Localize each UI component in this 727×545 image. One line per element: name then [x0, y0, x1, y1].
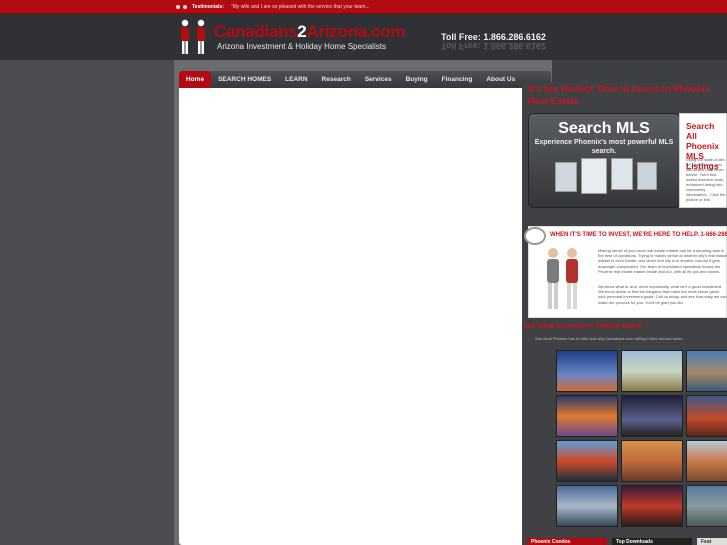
top-downloads-tab[interactable]: Top Downloads — [612, 538, 692, 545]
gallery-photo-canyon[interactable] — [621, 440, 683, 482]
nav-home[interactable]: Home — [179, 71, 212, 88]
left-column — [0, 60, 174, 545]
search-listings-description: Using our state-of-the-art MLS search, y… — [686, 157, 726, 202]
gallery-photo-bridge[interactable] — [556, 440, 618, 482]
gallery-photo-city-skyline[interactable] — [556, 350, 618, 392]
nav-buying[interactable]: Buying — [399, 71, 435, 88]
search-listings-panel: Search All Phoenix MLS Listings Using ou… — [679, 113, 727, 208]
featured-tab[interactable]: Feat — [697, 538, 727, 545]
invest-paragraph-2: We know what is, and, more importantly, … — [598, 284, 727, 305]
main-content-area — [179, 88, 551, 545]
invest-title: WHEN IT'S TIME TO INVEST, WE'RE HERE TO … — [550, 232, 727, 238]
gallery-photo-desert-landscape[interactable] — [621, 350, 683, 392]
gallery-photo-rocks[interactable] — [686, 440, 727, 482]
see-what-heading[interactable]: See What Everyone's Talking about! — [523, 323, 643, 330]
toll-free-reflection: Toll Free: 1.866.286.6162 — [441, 41, 546, 51]
gallery-photo-saguaro-moon[interactable] — [621, 395, 683, 437]
prev-testimonial-icon[interactable] — [176, 5, 180, 9]
nav-services[interactable]: Services — [358, 71, 399, 88]
nav-research[interactable]: Research — [315, 71, 358, 88]
mls-screenshot-thumb — [555, 162, 577, 192]
nav-search-homes[interactable]: SEARCH HOMES — [211, 71, 278, 88]
testimonial-bar: Testimonials: "My wife and I are so plea… — [0, 0, 727, 14]
gallery-photo-cloudy-lake[interactable] — [556, 485, 618, 527]
phoenix-condos-tab[interactable]: Phoenix Condos — [527, 538, 607, 545]
mls-screenshot-thumb — [581, 158, 607, 194]
nav-about-us[interactable]: About Us — [479, 71, 522, 88]
gallery-photo-red-sky[interactable] — [686, 395, 727, 437]
nav-financing[interactable]: Financing — [435, 71, 480, 88]
mls-screenshot-thumb — [611, 158, 633, 190]
nav-learn[interactable]: LEARN — [278, 71, 314, 88]
invest-paragraph-1: Making sense of your local real estate m… — [598, 248, 727, 274]
search-mls-subtitle: Experience Phoenix's most powerful MLS s… — [534, 139, 674, 155]
couple-illustration — [547, 248, 578, 309]
brand-tagline: Arizona Investment & Holiday Home Specia… — [217, 42, 386, 51]
testimonial-label: Testimonials: — [192, 4, 224, 10]
gallery-photo-balloons[interactable] — [556, 395, 618, 437]
testimonial-quote[interactable]: "My wife and I are so pleased with the s… — [231, 4, 370, 10]
gallery-photo-mountain-lake[interactable] — [686, 485, 727, 527]
next-testimonial-icon[interactable] — [183, 5, 187, 9]
main-nav: Home SEARCH HOMES LEARN Research Service… — [179, 71, 551, 88]
perfect-time-headline: It's the Perfect Time to Invest in Phoen… — [528, 84, 711, 107]
mls-screenshot-thumb — [637, 162, 657, 190]
gallery-photo-desert-sunset[interactable] — [621, 485, 683, 527]
people-logo-icon — [181, 19, 205, 54]
brand-name: Canadians2Arizona.com — [214, 22, 406, 41]
site-logo[interactable]: Canadians2Arizona.com Arizona Investment… — [176, 18, 406, 56]
search-mls-title: Search MLS — [558, 120, 650, 137]
gallery-photo-lake[interactable] — [686, 350, 727, 392]
search-mls-banner[interactable]: Search MLS Experience Phoenix's most pow… — [528, 113, 680, 208]
photo-gallery — [554, 350, 727, 530]
see-what-subtext: See what Phoenix has to offer and why Ca… — [535, 336, 684, 341]
